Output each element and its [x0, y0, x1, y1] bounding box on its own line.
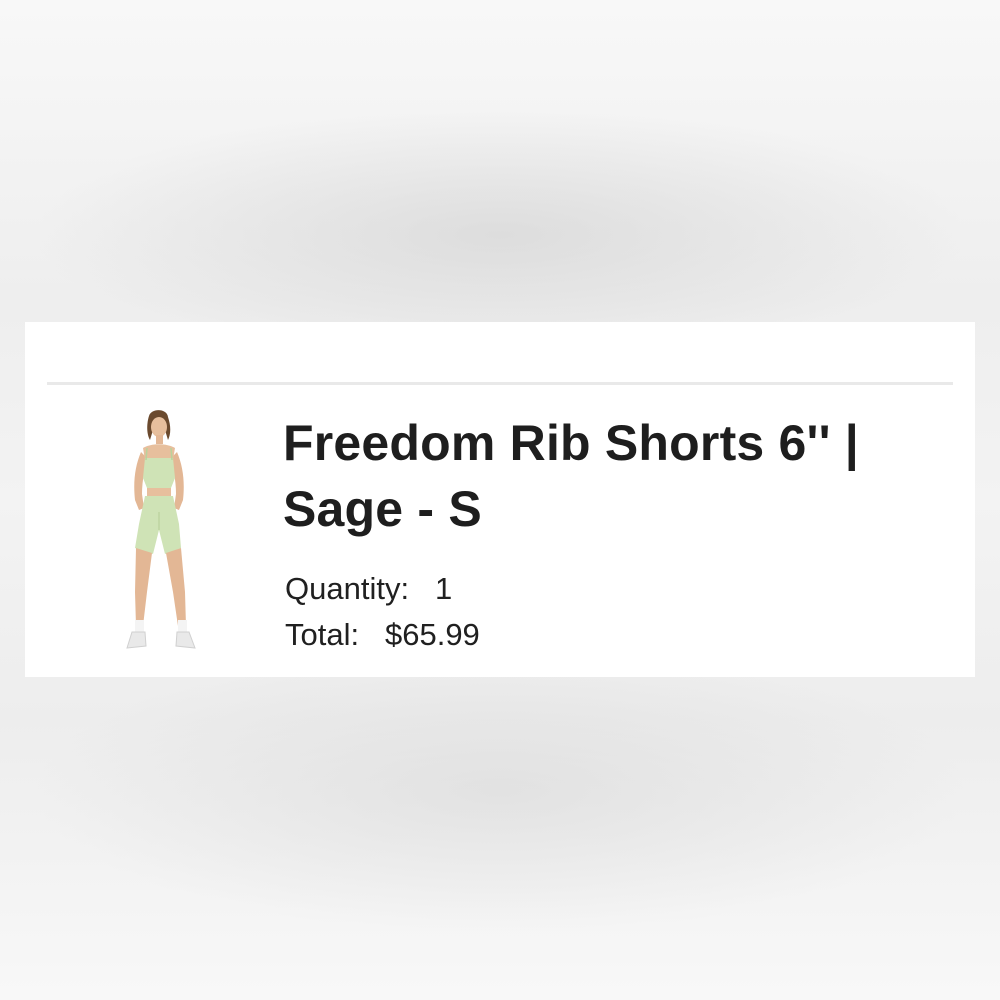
total-row: Total: $65.99	[285, 612, 480, 658]
total-label: Total:	[285, 617, 360, 652]
order-item-card: Freedom Rib Shorts 6'' | Sage - S Quanti…	[25, 322, 975, 677]
total-value: $65.99	[384, 617, 480, 652]
product-title[interactable]: Freedom Rib Shorts 6'' | Sage - S	[283, 410, 953, 542]
quantity-value: 1	[434, 571, 453, 606]
divider	[47, 382, 953, 385]
order-item-details: Quantity: 1 Total: $65.99	[285, 566, 480, 658]
model-figure-icon	[126, 410, 196, 649]
quantity-row: Quantity: 1	[285, 566, 480, 612]
quantity-label: Quantity:	[285, 571, 410, 606]
product-image[interactable]	[105, 408, 211, 660]
